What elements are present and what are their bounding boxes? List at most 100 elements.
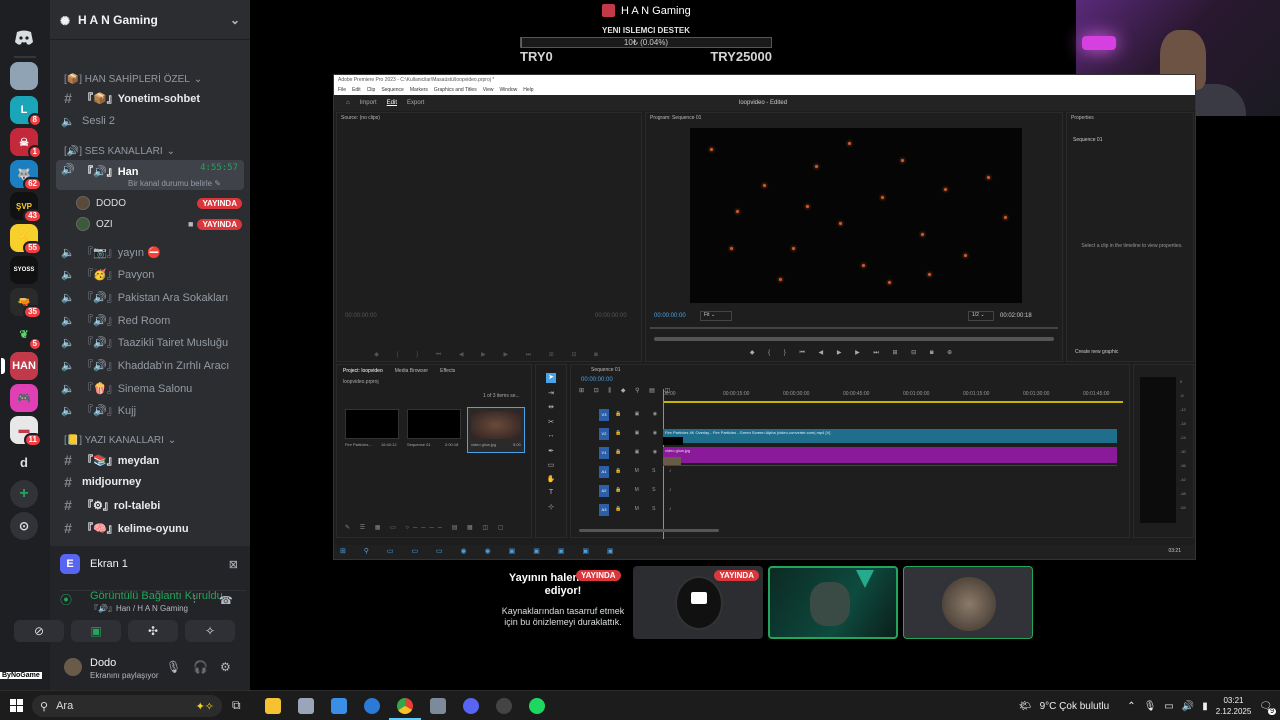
clip-v2[interactable]: Fire Particles 4K Overlay - Fire Particl… (663, 429, 1117, 443)
calculator-icon[interactable] (331, 698, 347, 714)
battery-icon[interactable]: ▮ (1202, 701, 1208, 712)
soundboard-button[interactable]: ✧ (185, 620, 235, 642)
type-tool-icon[interactable]: T (546, 489, 556, 499)
edge-icon[interactable] (364, 698, 380, 714)
track-header[interactable]: A1 (599, 466, 609, 478)
menu-item[interactable]: Clip (367, 85, 376, 95)
tab-media-browser[interactable]: Media Browser (395, 368, 428, 374)
track-controls[interactable]: 🔒 ▣ ◉ (615, 411, 663, 417)
server-icon-10[interactable]: 🎮 (10, 384, 38, 412)
menu-item[interactable]: View (483, 85, 494, 95)
chrome-icon[interactable] (397, 698, 413, 714)
timeline-scrollbar[interactable] (579, 529, 719, 532)
sequence-timecode[interactable]: 00:00:00:00 (581, 377, 613, 383)
program-timecode[interactable]: 00:00:00:00 (654, 313, 686, 319)
windows-start-icon[interactable] (10, 699, 23, 712)
clip-v1[interactable]: video glow.jpg (663, 447, 1117, 463)
menu-item[interactable]: Edit (352, 85, 361, 95)
bin-thumbnail[interactable] (407, 409, 461, 439)
voice-user-dodo[interactable]: DODO YAYINDA (76, 193, 242, 213)
menu-item[interactable]: File (338, 85, 346, 95)
server-icon-9[interactable]: ❦ 5 (10, 320, 42, 351)
track-header[interactable]: V2 (599, 428, 609, 440)
track-select-tool-icon[interactable]: ⇥ (546, 389, 556, 399)
menu-item[interactable]: Help (523, 85, 533, 95)
track-controls[interactable]: 🔒 M S ♪ (615, 468, 677, 474)
bin-thumbnail[interactable] (345, 409, 399, 439)
stream-thumb-han[interactable] (903, 566, 1033, 639)
mic-icon[interactable]: 🎙 (1144, 701, 1157, 712)
server-icon-3[interactable]: ☠ 1 (10, 128, 42, 159)
close-stream-icon[interactable]: ⊠ (229, 558, 238, 571)
server-icon-1[interactable] (10, 62, 38, 90)
nav-edit[interactable]: Edit (387, 100, 397, 106)
add-server-icon[interactable]: + (10, 480, 38, 508)
activities-button[interactable]: ✣ (128, 620, 178, 642)
server-icon-2[interactable]: L8 (10, 96, 42, 127)
settings-gear-icon[interactable]: ⚙ (220, 660, 231, 674)
discord-taskbar-icon[interactable] (463, 698, 479, 714)
app-icon-3[interactable] (496, 698, 512, 714)
avatar[interactable] (64, 658, 82, 676)
voice-channel[interactable]: 🔈 『🔊』Pakistan Ara Sokakları (56, 287, 244, 307)
rectangle-tool-icon[interactable]: ▭ (546, 461, 556, 471)
channel-status[interactable]: Bir kanal durumu belirle ✎ (128, 179, 221, 188)
source-transport-controls[interactable]: ◆ { } ⏮ ◀ ▶ ▶ ⏭ ⊞ ⊟ ◙ (345, 351, 635, 359)
taskbar-search[interactable]: ⚲ Ara ✦✧ (32, 695, 222, 717)
program-video-frame[interactable] (690, 128, 1022, 303)
sequence-tab[interactable]: Sequence 01 (571, 365, 1129, 374)
work-area-bar[interactable] (663, 401, 1123, 403)
server-header[interactable]: ✺ H A N Gaming ⌄ (50, 0, 250, 40)
file-explorer-icon[interactable] (265, 698, 281, 714)
notification-icon[interactable]: 🗨 9 (1259, 701, 1276, 715)
resolution-select[interactable]: 1/2 ⌄ (968, 311, 994, 321)
stream-thumb-ozi[interactable] (768, 566, 898, 639)
discord-home-icon[interactable] (10, 24, 38, 52)
connection-status[interactable]: Görüntülü Bağlantı Kuruldu (90, 590, 223, 602)
taskbar-clock[interactable]: 03:21 2.12.2025 (1216, 695, 1252, 717)
text-channel[interactable]: # midjourney (56, 472, 244, 492)
text-channel[interactable]: # 『🧠』kelime-oyunu (56, 518, 244, 538)
headphones-icon[interactable]: 🎧 (193, 660, 208, 674)
app-icon-2[interactable] (430, 698, 446, 714)
voice-channel[interactable]: 🔈 『🥳』Pavyon (56, 264, 244, 284)
stream-thumb-dodo[interactable]: YAYINDA (633, 566, 763, 639)
voice-channel[interactable]: 🔈 『🔊』Taazikli Tairet Musluğu (56, 332, 244, 352)
text-channel[interactable]: # 『📚』meydan (56, 450, 244, 470)
nav-export[interactable]: Export (407, 100, 424, 106)
zoom-tool-icon[interactable]: ⊹ (546, 503, 556, 513)
weather-icon[interactable]: 🌤 (1019, 701, 1032, 712)
project-toolbar[interactable]: ✎ ☰ ▦ ▭ ○──── ▤ ▦ ◫ ▢ (345, 524, 527, 531)
voice-channel[interactable]: 🔈 『🔊』Kujj (56, 400, 244, 420)
home-icon[interactable]: ⌂ (346, 100, 350, 106)
program-scrollbar[interactable] (654, 337, 1054, 341)
server-icon-han[interactable]: HAN (1, 352, 38, 380)
voice-channel[interactable]: 🔈 『📷』yayın ⛔ (56, 242, 244, 262)
voice-channel[interactable]: 🔈 『🔊』Red Room (56, 310, 244, 330)
weather-text[interactable]: 9°C Çok bulutlu (1040, 701, 1110, 712)
menu-item[interactable]: Window (499, 85, 517, 95)
menu-item[interactable]: Markers (410, 85, 428, 95)
program-ruler[interactable] (650, 327, 1058, 329)
app-icon-1[interactable] (298, 698, 314, 714)
disconnect-icon[interactable]: ☎ (219, 594, 233, 607)
server-icon-6[interactable]: ⚡ 55 (10, 224, 42, 255)
channel-sesli-2[interactable]: 🔈 Sesli 2 (56, 111, 244, 131)
track-header[interactable]: V1 (599, 447, 609, 459)
track-controls[interactable]: 🔒 ▣ ◉ (615, 430, 663, 436)
spotify-icon[interactable] (529, 698, 545, 714)
voice-channel[interactable]: 🔈 『🍿』Sinema Salonu (56, 378, 244, 398)
server-icon-11[interactable]: ▬ 11 (10, 416, 42, 447)
screen-share-button[interactable]: ▣ (71, 620, 121, 642)
server-icon-4[interactable]: 🐺 62 (10, 160, 42, 191)
noise-icon[interactable]: ⫶ (193, 594, 196, 607)
server-icon-7[interactable]: SYOSS (10, 256, 38, 284)
category-text[interactable]: [📒] YAZI KANALLARI ⌄ (64, 435, 176, 446)
program-transport-controls[interactable]: ◆ { } ⏮ ◀ ▶ ▶ ⏭ ⊞ ⊟ ◙ ⊕ (654, 349, 1054, 357)
track-header[interactable]: A2 (599, 485, 609, 497)
category-owner[interactable]: [📦] HAN SAHİPLERİ ÖZEL ⌄ (64, 74, 202, 85)
network-icon[interactable]: ▭ (1164, 701, 1173, 712)
server-icon-5[interactable]: ŞVP 43 (10, 192, 42, 223)
timeline-controls[interactable]: ⊞ ⊡ ⫼ ◆ ⚲ ▤ ◫ (579, 387, 674, 395)
menu-item[interactable]: Sequence (381, 85, 404, 95)
